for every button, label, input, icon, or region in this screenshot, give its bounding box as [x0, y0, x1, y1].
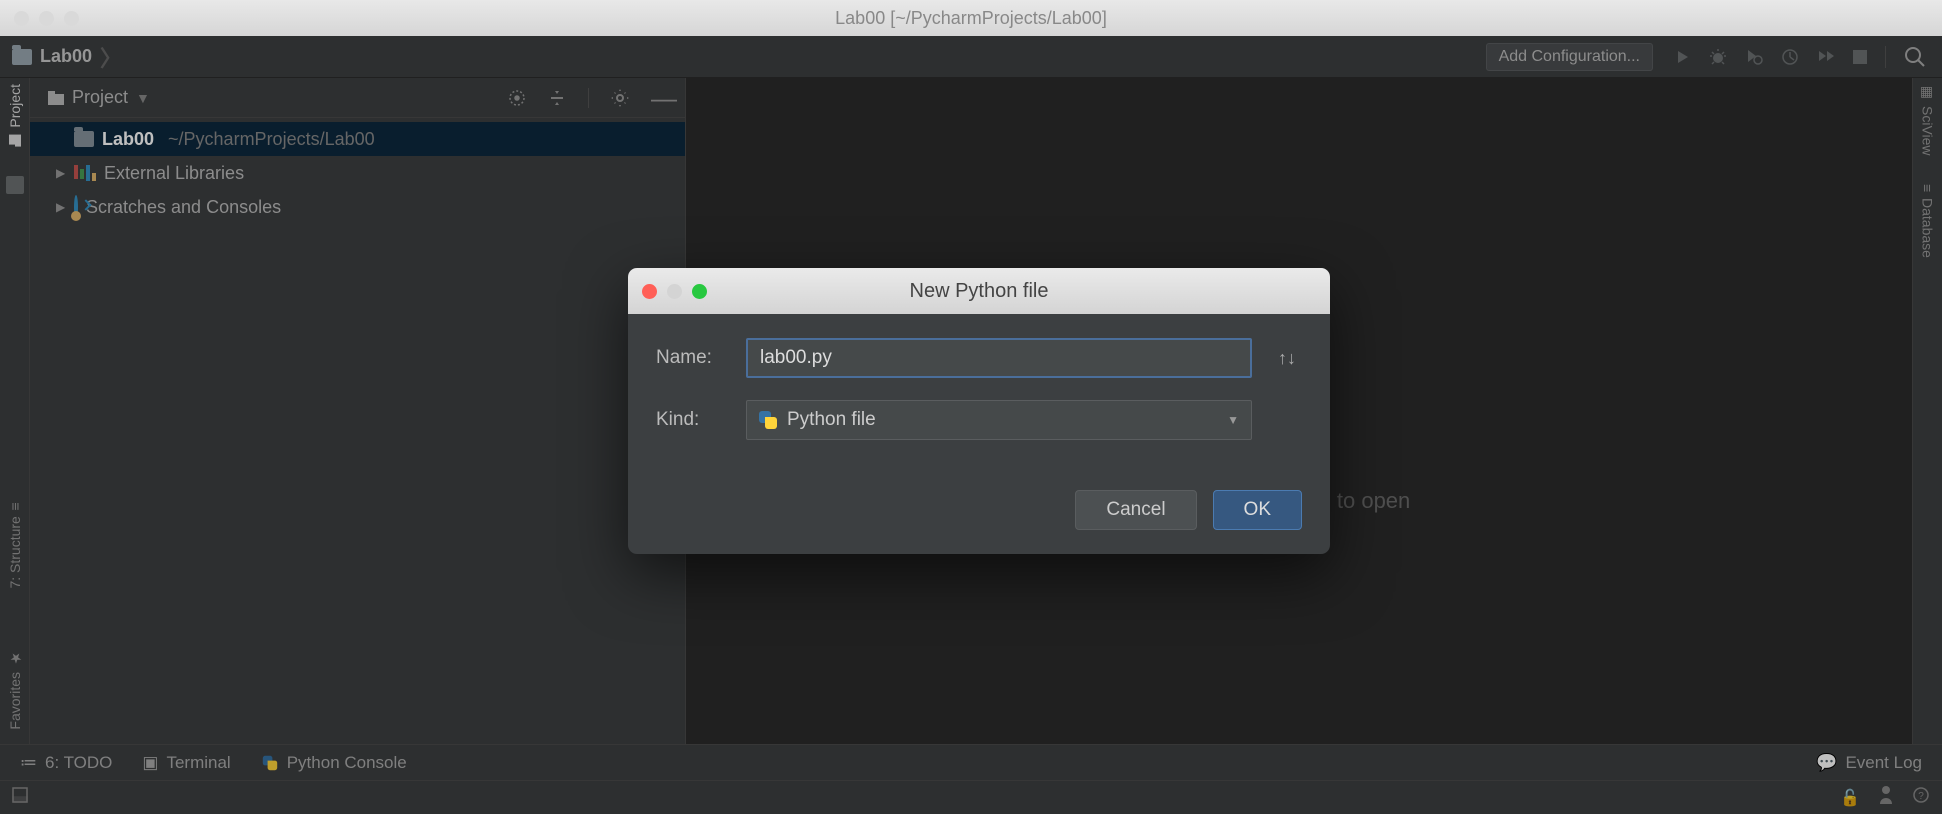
name-input[interactable]: [746, 338, 1252, 378]
window-title: Lab00 [~/PycharmProjects/Lab00]: [0, 8, 1942, 29]
dialog-title: New Python file: [628, 280, 1330, 303]
sort-icon[interactable]: ↑↓: [1272, 348, 1302, 369]
cancel-button[interactable]: Cancel: [1075, 490, 1196, 530]
dialog-titlebar: New Python file: [628, 268, 1330, 314]
kind-label: Kind:: [656, 409, 726, 431]
python-icon: [759, 411, 777, 429]
chevron-down-icon: ▼: [1227, 413, 1239, 427]
ok-button[interactable]: OK: [1213, 490, 1302, 530]
new-python-file-dialog: New Python file Name: ↑↓ Kind: Python fi…: [628, 268, 1330, 554]
kind-value: Python file: [787, 409, 876, 431]
window-titlebar: Lab00 [~/PycharmProjects/Lab00]: [0, 0, 1942, 36]
kind-select[interactable]: Python file ▼: [746, 400, 1252, 440]
name-label: Name:: [656, 347, 726, 369]
